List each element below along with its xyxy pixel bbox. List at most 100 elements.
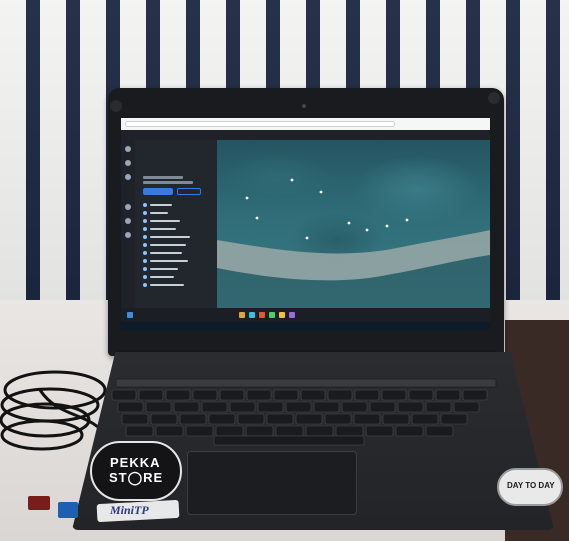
lid-corner-left bbox=[110, 100, 122, 112]
keyboard-key bbox=[381, 389, 407, 401]
keyboard-key bbox=[117, 401, 144, 413]
pin-icon bbox=[143, 210, 147, 215]
pin-icon bbox=[143, 274, 147, 279]
layer-item[interactable] bbox=[143, 250, 182, 255]
keyboard-key bbox=[300, 389, 326, 401]
keyboard-key bbox=[121, 413, 149, 425]
keyboard-key bbox=[354, 389, 380, 401]
keyboard-key bbox=[219, 389, 245, 401]
keyboard-key bbox=[425, 401, 452, 413]
keyboard-key bbox=[395, 425, 424, 437]
layer-item[interactable] bbox=[143, 202, 172, 207]
keyboard-key bbox=[397, 401, 424, 413]
keyboard-key bbox=[185, 425, 214, 437]
keyboard-key bbox=[365, 425, 394, 437]
windows-taskbar bbox=[121, 308, 490, 322]
layer-item[interactable] bbox=[143, 218, 180, 223]
river-overlay bbox=[217, 178, 490, 308]
keyboard-key bbox=[369, 401, 396, 413]
rail-icon[interactable] bbox=[125, 218, 131, 224]
keyboard-key bbox=[173, 401, 200, 413]
layer-item[interactable] bbox=[143, 226, 176, 231]
keyboard-key bbox=[462, 389, 488, 401]
taskbar-app-icon[interactable] bbox=[249, 312, 255, 318]
layer-item[interactable] bbox=[143, 266, 178, 271]
keyboard-key bbox=[155, 425, 184, 437]
photo-scene: PEKKA ST◯RE MiniTP DAY TO DAY bbox=[0, 0, 569, 541]
pin-icon bbox=[143, 202, 147, 207]
intel-sticker bbox=[58, 502, 78, 518]
laptop-screen bbox=[121, 118, 490, 330]
keyboard-key bbox=[313, 401, 340, 413]
red-sticker bbox=[28, 496, 50, 510]
layer-item[interactable] bbox=[143, 258, 188, 263]
space-bar bbox=[213, 435, 365, 446]
keyboard-key bbox=[179, 413, 207, 425]
keyboard-key bbox=[285, 401, 312, 413]
keyboard-key bbox=[440, 413, 468, 425]
rail-icon[interactable] bbox=[125, 174, 131, 180]
pin-icon bbox=[143, 250, 147, 255]
taskbar-app-icon[interactable] bbox=[279, 312, 285, 318]
keyboard-key bbox=[425, 425, 454, 437]
pekka-store-line-2: ST◯RE bbox=[109, 470, 164, 485]
layer-item[interactable] bbox=[143, 282, 184, 287]
project-meta bbox=[143, 181, 193, 184]
project-panel bbox=[135, 140, 217, 308]
layer-item[interactable] bbox=[143, 234, 190, 239]
taskbar-app-icon[interactable] bbox=[289, 312, 295, 318]
start-icon[interactable] bbox=[127, 312, 133, 318]
keyboard-key bbox=[275, 425, 304, 437]
keyboard-key bbox=[295, 413, 323, 425]
keyboard-key bbox=[411, 413, 439, 425]
keyboard-key bbox=[111, 389, 137, 401]
keyboard-key bbox=[341, 401, 368, 413]
keyboard-key bbox=[208, 413, 236, 425]
lid-corner-right bbox=[488, 92, 500, 104]
keyboard-key bbox=[215, 425, 244, 437]
taskbar-app-icon[interactable] bbox=[269, 312, 275, 318]
keyboard-key bbox=[145, 401, 172, 413]
project-meta bbox=[143, 176, 183, 179]
keyboard-key bbox=[435, 389, 461, 401]
keyboard-key bbox=[257, 401, 284, 413]
layer-item[interactable] bbox=[143, 274, 174, 279]
keyboard-key bbox=[382, 413, 410, 425]
pin-icon bbox=[143, 242, 147, 247]
keyboard-key bbox=[237, 413, 265, 425]
keyboard-key bbox=[266, 413, 294, 425]
keyboard-key bbox=[324, 413, 352, 425]
keyboard-key bbox=[192, 389, 218, 401]
keyboard bbox=[111, 378, 497, 446]
taskbar-app-icon[interactable] bbox=[259, 312, 265, 318]
keyboard-key bbox=[273, 389, 299, 401]
keyboard-key bbox=[353, 413, 381, 425]
pin-icon bbox=[143, 218, 147, 223]
pin-icon bbox=[143, 258, 147, 263]
rail-icon[interactable] bbox=[125, 204, 131, 210]
keyboard-key bbox=[327, 389, 353, 401]
address-bar[interactable] bbox=[125, 121, 395, 127]
keyboard-key bbox=[246, 389, 272, 401]
minitp-sticker-text: MiniTP bbox=[110, 503, 149, 517]
rail-icon[interactable] bbox=[125, 146, 131, 152]
panel-secondary-button[interactable] bbox=[177, 188, 201, 195]
layer-item[interactable] bbox=[143, 210, 168, 215]
panel-primary-button[interactable] bbox=[143, 188, 173, 195]
layer-item[interactable] bbox=[143, 242, 186, 247]
touchpad[interactable] bbox=[187, 451, 357, 515]
keyboard-key bbox=[201, 401, 228, 413]
keyboard-key bbox=[150, 413, 178, 425]
icon-rail bbox=[121, 140, 135, 308]
keyboard-key bbox=[408, 389, 434, 401]
keyboard-key bbox=[453, 401, 480, 413]
keyboard-key bbox=[138, 389, 164, 401]
rail-icon[interactable] bbox=[125, 160, 131, 166]
pekka-store-line-1: PEKKA bbox=[110, 455, 161, 470]
keyboard-key bbox=[245, 425, 274, 437]
keyboard-key bbox=[125, 425, 154, 437]
rail-icon[interactable] bbox=[125, 232, 131, 238]
keyboard-key bbox=[305, 425, 334, 437]
taskbar-app-icon[interactable] bbox=[239, 312, 245, 318]
webcam bbox=[302, 104, 306, 108]
